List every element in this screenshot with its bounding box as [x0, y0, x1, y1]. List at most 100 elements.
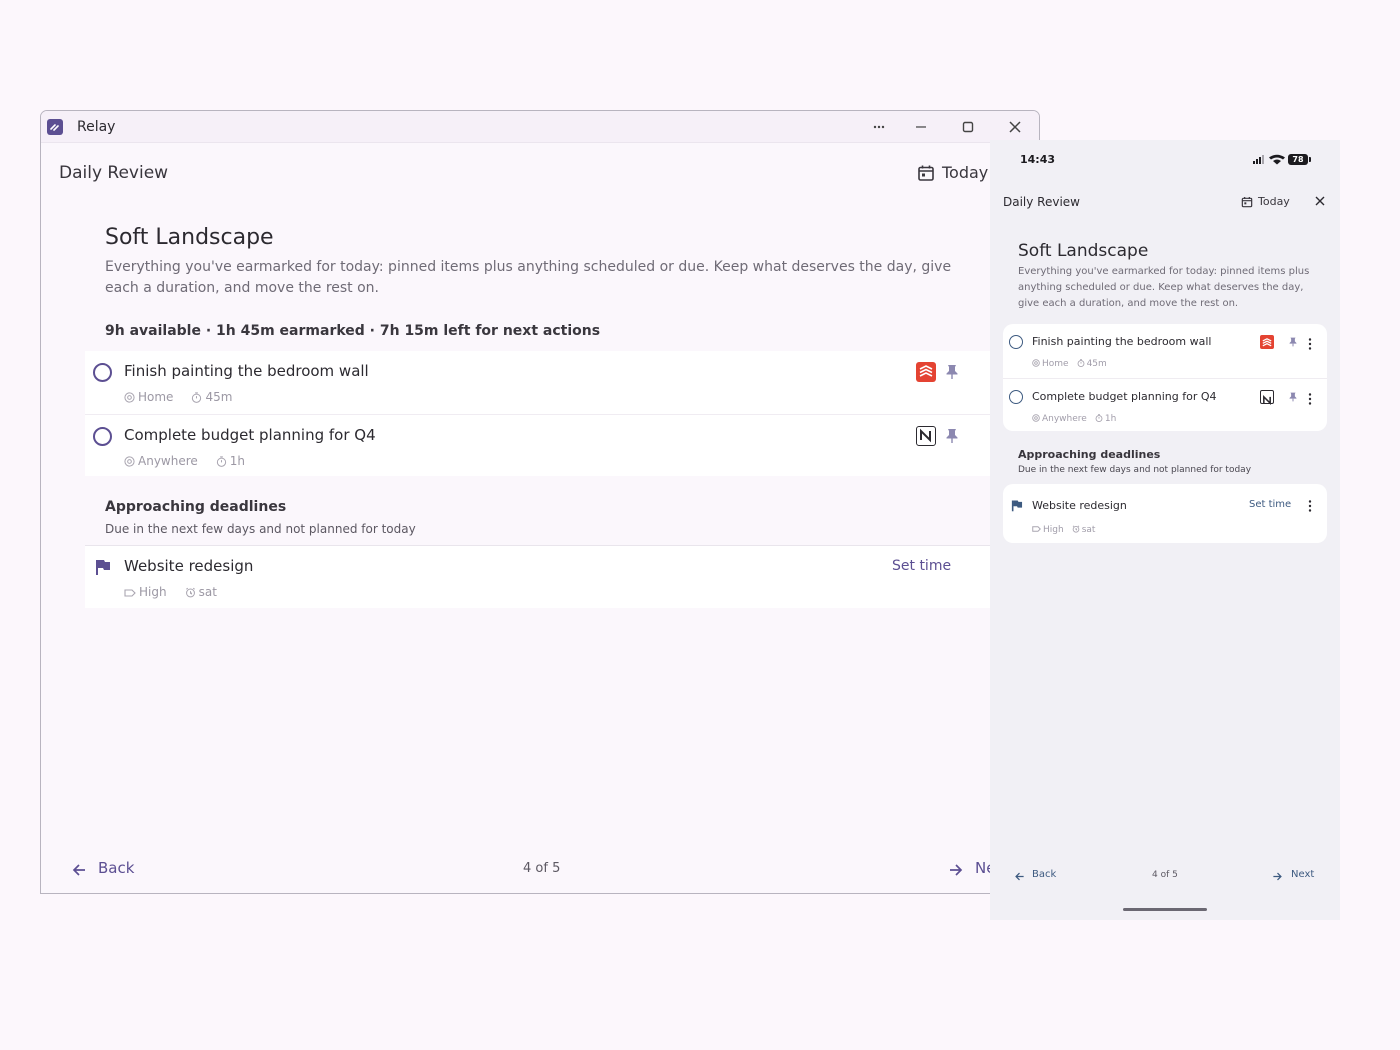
page-indicator: 4 of 5: [1152, 870, 1178, 880]
section-description: Everything you've earmarked for today: p…: [1018, 266, 1310, 309]
today-label: Today: [1258, 195, 1290, 208]
task-meta: High sat: [1032, 525, 1095, 535]
alarm-icon: [1072, 525, 1079, 533]
task-duration: 1h: [229, 454, 246, 468]
mobile-screen: 14:43 78 Daily Review Today Soft Landsca…: [990, 140, 1340, 920]
next-label: Next: [1291, 869, 1315, 880]
complete-task-checkbox[interactable]: [93, 363, 112, 382]
arrow-left-icon: [1015, 872, 1024, 881]
task-row[interactable]: Finish painting the bedroom wall Home 45m: [1003, 324, 1327, 378]
alarm-icon: [185, 587, 195, 598]
task-meta: Anywhere 1h: [1032, 414, 1116, 424]
complete-task-checkbox[interactable]: [1009, 335, 1023, 349]
signal-wifi-icons: [1253, 154, 1285, 165]
task-name: Complete budget planning for Q4: [1032, 390, 1217, 403]
app-logo-icon: [47, 119, 63, 135]
more-vertical-icon[interactable]: [1308, 338, 1312, 350]
todoist-icon: [1260, 335, 1274, 349]
home-indicator[interactable]: [1123, 908, 1207, 911]
notion-icon: [916, 426, 936, 446]
today-label: Today: [942, 163, 989, 182]
app-title: Relay: [77, 119, 116, 135]
task-context: Home: [1042, 359, 1069, 369]
section-title: Soft Landscape: [105, 225, 274, 250]
task-due: sat: [1081, 525, 1096, 535]
page-indicator: 4 of 5: [523, 861, 561, 876]
task-priority: High: [139, 585, 167, 599]
more-vertical-icon[interactable]: [1308, 500, 1312, 512]
status-time: 14:43: [1020, 153, 1056, 166]
pin-icon[interactable]: [944, 427, 960, 445]
deadline-task-row[interactable]: Website redesign High sat Set time: [85, 546, 1005, 608]
arrow-right-icon: [950, 864, 963, 876]
more-options-button[interactable]: [867, 115, 891, 139]
deadline-task-list: Website redesign High sat Set time: [85, 546, 1005, 608]
timer-icon: [216, 456, 226, 467]
back-label: Back: [98, 859, 135, 877]
task-context: Anywhere: [1042, 414, 1087, 424]
timer-icon: [1095, 414, 1103, 422]
more-vertical-icon[interactable]: [1308, 393, 1312, 405]
complete-task-checkbox[interactable]: [1009, 390, 1023, 404]
pin-icon[interactable]: [944, 363, 960, 381]
priority-icon: [1032, 526, 1041, 532]
pin-icon[interactable]: [1288, 336, 1298, 348]
back-label: Back: [1032, 869, 1057, 880]
notion-icon: [1260, 390, 1274, 406]
timer-icon: [192, 392, 202, 403]
set-time-button[interactable]: Set time: [1249, 499, 1291, 510]
task-name: Website redesign: [1032, 499, 1127, 512]
deadline-task-row[interactable]: Website redesign High sat Set time: [1003, 484, 1327, 543]
title-bar: Relay: [41, 111, 1039, 143]
deadlines-title: Approaching deadlines: [1018, 448, 1161, 461]
earmarked-task-list: Finish painting the bedroom wall Home 45m…: [1003, 324, 1327, 431]
task-name: Finish painting the bedroom wall: [1032, 335, 1212, 348]
at-context-icon: [124, 392, 135, 403]
calendar-icon: [1241, 197, 1253, 208]
arrow-left-icon: [72, 864, 85, 876]
calendar-icon: [918, 165, 934, 181]
task-duration: 45m: [205, 390, 233, 404]
page-header: Daily Review: [1003, 195, 1080, 209]
set-time-button[interactable]: Set time: [892, 558, 951, 574]
flag-icon: [1011, 500, 1023, 512]
priority-icon: [124, 589, 136, 597]
time-summary: 9h available · 1h 45m earmarked · 7h 15m…: [105, 323, 601, 339]
task-duration: 45m: [1086, 359, 1107, 369]
page-header: Daily Review: [59, 163, 169, 183]
task-due: sat: [198, 585, 217, 599]
section-description: Everything you've earmarked for today: p…: [105, 259, 952, 296]
minimize-button[interactable]: [909, 115, 933, 139]
deadlines-subtitle: Due in the next few days and not planned…: [1018, 465, 1252, 475]
pin-icon[interactable]: [1288, 391, 1298, 403]
maximize-button[interactable]: [956, 115, 980, 139]
earmarked-task-list: Finish painting the bedroom wall Home 45m…: [85, 351, 1005, 476]
close-window-button[interactable]: [1003, 115, 1027, 139]
at-context-icon: [1032, 359, 1040, 367]
at-context-icon: [124, 456, 135, 467]
timer-icon: [1077, 359, 1085, 367]
task-name: Complete budget planning for Q4: [124, 426, 376, 444]
battery-indicator: 78: [1288, 154, 1311, 165]
task-meta: Home 45m: [124, 390, 232, 404]
task-row[interactable]: Complete budget planning for Q4 Anywhere…: [85, 414, 1005, 476]
task-meta: High sat: [124, 585, 217, 599]
task-name: Website redesign: [124, 557, 254, 575]
desktop-window: Relay Daily Review Today Soft Landscape …: [40, 110, 1040, 894]
task-context: Home: [138, 390, 174, 404]
deadlines-subtitle: Due in the next few days and not planned…: [105, 522, 416, 536]
complete-task-checkbox[interactable]: [93, 427, 112, 446]
todoist-icon: [916, 362, 936, 382]
close-icon[interactable]: [1314, 195, 1326, 207]
task-row[interactable]: Complete budget planning for Q4 Anywhere…: [1003, 378, 1327, 431]
arrow-right-icon: [1273, 872, 1282, 881]
section-title: Soft Landscape: [1018, 241, 1149, 261]
task-name: Finish painting the bedroom wall: [124, 362, 369, 380]
task-duration: 1h: [1104, 414, 1117, 424]
task-meta: Anywhere 1h: [124, 454, 245, 468]
deadlines-title: Approaching deadlines: [105, 499, 287, 515]
task-priority: High: [1043, 525, 1064, 535]
task-row[interactable]: Finish painting the bedroom wall Home 45m: [85, 351, 1005, 413]
task-meta: Home 45m: [1032, 359, 1107, 369]
task-context: Anywhere: [138, 454, 198, 468]
